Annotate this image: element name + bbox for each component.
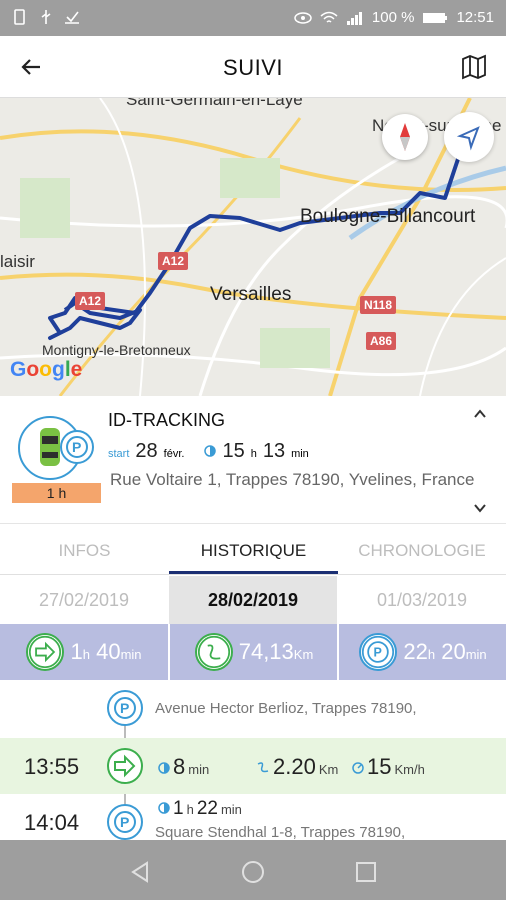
vehicle-name: ID-TRACKING bbox=[108, 410, 225, 430]
date-next[interactable]: 01/03/2019 bbox=[338, 576, 506, 624]
my-location-button[interactable] bbox=[444, 112, 494, 162]
parking-icon: P bbox=[114, 811, 136, 833]
map-label-saint-germain: Saint-Germain-en-Laye bbox=[126, 98, 303, 109]
map-label-montigny: Montigny-le-Bretonneux bbox=[42, 342, 191, 358]
trip-marker bbox=[107, 748, 143, 784]
svg-text:P: P bbox=[120, 700, 129, 716]
summary-driving: 1h 40min bbox=[0, 624, 168, 680]
svg-text:P: P bbox=[120, 814, 129, 830]
vehicle-meta: start 28 févr. 15 h 13 min bbox=[108, 440, 309, 463]
parking-marker: P bbox=[107, 690, 143, 726]
summary-parking-value: 22h 20min bbox=[403, 639, 487, 664]
date-selector: 27/02/2019 28/02/2019 01/03/2019 bbox=[0, 576, 506, 624]
map-icon[interactable] bbox=[460, 53, 488, 81]
map-label-plaisir: laisir bbox=[0, 252, 35, 271]
tab-chronologie[interactable]: CHRONOLOGIE bbox=[338, 541, 506, 561]
parking-badge: P bbox=[60, 430, 94, 464]
checkbox-icon bbox=[65, 11, 79, 24]
app-bar: SUIVI bbox=[0, 36, 506, 98]
usb-icon bbox=[41, 10, 51, 24]
clock: 12:51 bbox=[456, 9, 494, 26]
vehicle-card[interactable]: P 1 h ID-TRACKING start 28 févr. 15 h 13… bbox=[0, 396, 506, 524]
recents-square-icon[interactable] bbox=[354, 860, 378, 884]
svg-text:P: P bbox=[72, 439, 81, 455]
parking-address: Square Stendhal 1-8, Trappes 78190, bbox=[155, 824, 406, 841]
map-label-boulogne: Boulogne-Billancourt bbox=[300, 206, 476, 227]
vehicle-minutes: 13 bbox=[262, 440, 286, 462]
home-circle-icon[interactable] bbox=[241, 860, 265, 884]
tab-bar: INFOS HISTORIQUE CHRONOLOGIE bbox=[0, 525, 506, 575]
map-label-versailles: Versailles bbox=[210, 284, 292, 305]
summary-driving-value: 1h 40min bbox=[70, 639, 142, 664]
battery-icon bbox=[423, 12, 448, 23]
signal-icon bbox=[346, 11, 362, 25]
timeline-item-trip[interactable]: 13:55 8 min 2.20 Km 15 Km/h bbox=[0, 738, 506, 794]
parking-icon: P bbox=[66, 436, 88, 458]
tab-indicator bbox=[169, 571, 338, 574]
parking-icon: P bbox=[359, 633, 398, 671]
date-previous[interactable]: 27/02/2019 bbox=[0, 576, 168, 624]
timeline-item-stop[interactable]: P Avenue Hector Berlioz, Trappes 78190, bbox=[0, 680, 506, 738]
status-bar: 100 % 12:51 bbox=[0, 0, 506, 36]
timeline-item-parking[interactable]: 14:04 P 1h 22 min Square Stendhal 1-8, Tr… bbox=[0, 794, 506, 841]
route-icon bbox=[257, 762, 269, 773]
map-view[interactable]: Saint-Germain-en-Laye Neuilly-sur-Seine … bbox=[0, 98, 506, 396]
vehicle-minutes-unit: min bbox=[291, 448, 309, 460]
vehicle-address: Rue Voltaire 1, Trappes 78190, Yvelines,… bbox=[110, 470, 475, 489]
summary-distance: 74,13Km bbox=[170, 624, 338, 680]
clock-icon bbox=[204, 445, 217, 457]
clock-icon bbox=[158, 802, 170, 814]
trip-speed: 15 Km/h bbox=[352, 754, 425, 780]
trip-duration: 8 min bbox=[158, 754, 209, 780]
chevron-up-icon[interactable] bbox=[472, 406, 488, 422]
stop-address: Avenue Hector Berlioz, Trappes 78190, bbox=[155, 700, 417, 717]
trip-distance: 2.20 Km bbox=[256, 754, 338, 780]
tab-infos[interactable]: INFOS bbox=[0, 541, 169, 561]
parking-time: 14:04 bbox=[24, 810, 80, 835]
drive-arrow-icon bbox=[26, 633, 65, 671]
phone-icon bbox=[14, 9, 25, 25]
page-title: SUIVI bbox=[223, 55, 283, 80]
summary-parking: P 22h 20min bbox=[339, 624, 506, 680]
navigation-arrow-icon bbox=[456, 126, 480, 151]
vehicle-duration-badge: 1 h bbox=[12, 483, 101, 503]
clock-icon bbox=[158, 762, 170, 774]
eye-icon bbox=[294, 11, 312, 24]
road-shield-a12b: A12 bbox=[75, 292, 106, 310]
back-triangle-icon[interactable] bbox=[128, 860, 152, 884]
parking-marker: P bbox=[107, 804, 143, 840]
parking-icon: P bbox=[114, 697, 136, 719]
start-month: févr. bbox=[163, 448, 185, 460]
google-logo: Google bbox=[10, 358, 83, 381]
svg-text:P: P bbox=[374, 645, 382, 659]
wifi-icon bbox=[320, 11, 338, 23]
date-current[interactable]: 28/02/2019 bbox=[169, 576, 337, 624]
chevron-down-icon[interactable] bbox=[472, 500, 488, 516]
route-icon bbox=[194, 633, 233, 671]
tab-historique[interactable]: HISTORIQUE bbox=[169, 541, 338, 561]
compass-icon bbox=[400, 123, 410, 151]
summary-distance-value: 74,13Km bbox=[238, 639, 314, 664]
daily-summary: 1h 40min 74,13Km P 22h 20min bbox=[0, 624, 506, 680]
compass-button[interactable] bbox=[382, 114, 428, 160]
status-left-icons bbox=[12, 9, 80, 25]
start-prefix: start bbox=[108, 448, 130, 460]
history-timeline: P Avenue Hector Berlioz, Trappes 78190, … bbox=[0, 680, 506, 841]
road-shield-a86: A86 bbox=[366, 332, 397, 350]
battery-percent: 100 % bbox=[371, 9, 415, 26]
vehicle-hours: 15 bbox=[222, 440, 245, 462]
vehicle-hours-unit: h bbox=[250, 448, 257, 460]
start-date: 28 bbox=[135, 440, 158, 462]
drive-arrow-icon bbox=[114, 754, 136, 778]
parking-duration: 1h 22 min bbox=[158, 798, 242, 820]
road-shield-n118: N118 bbox=[360, 296, 397, 314]
road-shield-a12: A12 bbox=[158, 252, 189, 270]
speedometer-icon bbox=[352, 762, 364, 774]
trip-time: 13:55 bbox=[24, 754, 80, 779]
status-right: 100 % 12:51 bbox=[294, 9, 494, 26]
system-nav-bar bbox=[0, 840, 506, 900]
